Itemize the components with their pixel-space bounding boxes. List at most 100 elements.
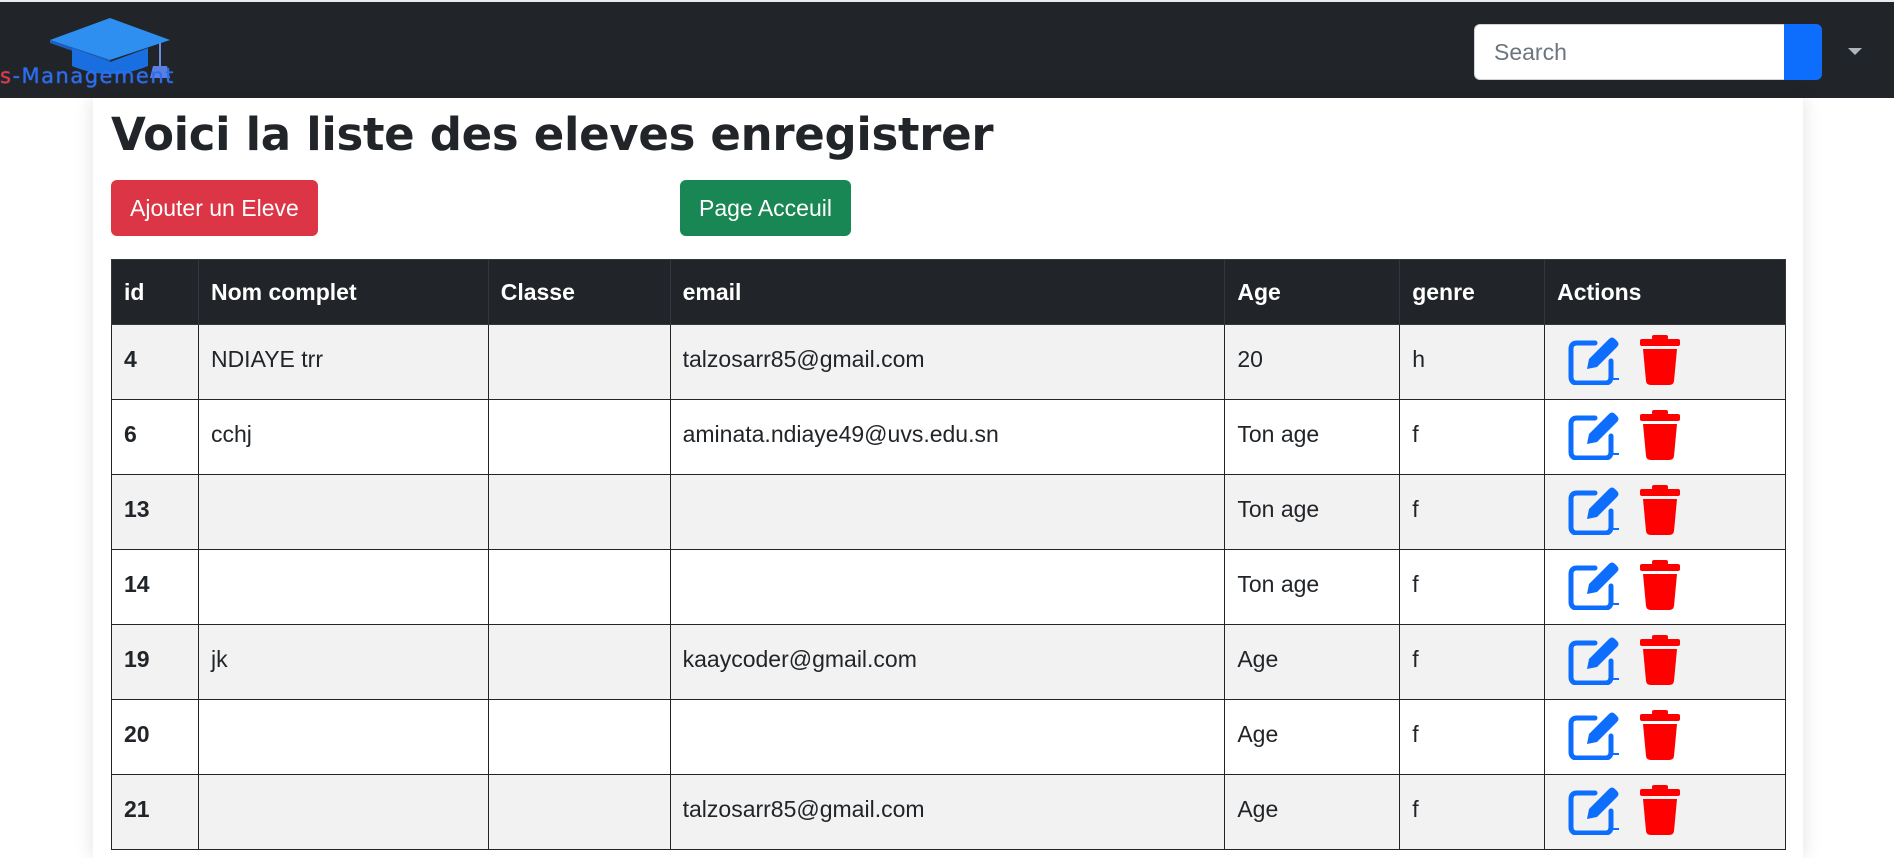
cell-gender: f (1399, 474, 1546, 550)
cell-actions (1544, 474, 1786, 550)
table-row: 20 Age f (111, 699, 1786, 775)
cell-actions (1544, 699, 1786, 775)
edit-button[interactable] (1567, 560, 1631, 616)
delete-button[interactable] (1638, 635, 1682, 691)
cell-gender: f (1399, 774, 1546, 850)
trash-icon (1639, 560, 1680, 610)
trash-icon (1639, 335, 1680, 385)
cell-class (487, 774, 671, 850)
caret-down-icon[interactable] (1848, 48, 1862, 55)
edit-button[interactable] (1567, 410, 1631, 466)
cell-id: 4 (111, 324, 199, 400)
trash-icon (1639, 635, 1680, 685)
cell-age: Age (1224, 774, 1401, 850)
delete-button[interactable] (1638, 335, 1682, 391)
cell-id: 13 (111, 474, 199, 550)
column-header-gender: genre (1399, 259, 1546, 325)
table-row: 19 jk kaaycoder@gmail.com Age f (111, 624, 1786, 700)
edit-button[interactable] (1567, 335, 1631, 391)
cell-class (487, 474, 671, 550)
home-page-button[interactable]: Page Acceuil (680, 180, 851, 236)
cell-actions (1544, 324, 1786, 400)
edit-icon (1568, 787, 1620, 836)
cell-id: 6 (111, 399, 199, 475)
table-body: 4 NDIAYE trr talzosarr85@gmail.com 20 h (111, 324, 1786, 850)
cell-gender: f (1399, 399, 1546, 475)
search-input[interactable] (1474, 24, 1784, 80)
cell-email: kaaycoder@gmail.com (669, 624, 1226, 700)
cell-gender: h (1399, 324, 1546, 400)
column-header-id: id (111, 259, 199, 325)
delete-button[interactable] (1638, 485, 1682, 541)
cell-gender: f (1399, 699, 1546, 775)
brand-logo[interactable]: s-Management (0, 18, 240, 90)
cell-age: 20 (1224, 324, 1401, 400)
cell-actions (1544, 549, 1786, 625)
search-button[interactable] (1784, 24, 1822, 80)
cell-age: Ton age (1224, 474, 1401, 550)
column-header-class: Classe (487, 259, 671, 325)
cell-email (669, 474, 1226, 550)
table-row: 6 cchj aminata.ndiaye49@uvs.edu.sn Ton a… (111, 399, 1786, 475)
cell-name (197, 774, 489, 850)
cell-class (487, 549, 671, 625)
page-title: Voici la liste des eleves enregistrer (111, 108, 994, 161)
cell-id: 21 (111, 774, 199, 850)
delete-button[interactable] (1638, 410, 1682, 466)
column-header-age: Age (1224, 259, 1401, 325)
edit-button[interactable] (1567, 710, 1631, 766)
edit-icon (1568, 712, 1620, 761)
cell-class (487, 699, 671, 775)
cell-actions (1544, 399, 1786, 475)
cell-name: cchj (197, 399, 489, 475)
navbar: s-Management (0, 0, 1894, 98)
edit-icon (1568, 337, 1620, 386)
cell-age: Ton age (1224, 399, 1401, 475)
cell-email: talzosarr85@gmail.com (669, 774, 1226, 850)
trash-icon (1639, 485, 1680, 535)
cell-actions (1544, 774, 1786, 850)
delete-button[interactable] (1638, 785, 1682, 841)
cell-email: talzosarr85@gmail.com (669, 324, 1226, 400)
cell-class (487, 399, 671, 475)
delete-button[interactable] (1638, 710, 1682, 766)
cell-name (197, 699, 489, 775)
students-table: id Nom complet Classe email Age genre Ac… (111, 259, 1786, 850)
cell-gender: f (1399, 549, 1546, 625)
cell-email (669, 699, 1226, 775)
brand-name: s-Management (0, 64, 175, 88)
cell-class (487, 324, 671, 400)
cell-id: 19 (111, 624, 199, 700)
cell-id: 14 (111, 549, 199, 625)
edit-button[interactable] (1567, 485, 1631, 541)
add-student-button[interactable]: Ajouter un Eleve (111, 180, 318, 236)
trash-icon (1639, 410, 1680, 460)
search-group (1474, 24, 1822, 80)
trash-icon (1639, 710, 1680, 760)
edit-icon (1568, 487, 1620, 536)
cell-name: jk (197, 624, 489, 700)
cell-actions (1544, 624, 1786, 700)
table-row: 4 NDIAYE trr talzosarr85@gmail.com 20 h (111, 324, 1786, 400)
table-row: 13 Ton age f (111, 474, 1786, 550)
cell-name (197, 474, 489, 550)
column-header-email: email (669, 259, 1226, 325)
trash-icon (1639, 785, 1680, 835)
cell-email (669, 549, 1226, 625)
edit-button[interactable] (1567, 785, 1631, 841)
cell-id: 20 (111, 699, 199, 775)
edit-icon (1568, 637, 1620, 686)
delete-button[interactable] (1638, 560, 1682, 616)
edit-button[interactable] (1567, 635, 1631, 691)
table-row: 14 Ton age f (111, 549, 1786, 625)
cell-email: aminata.ndiaye49@uvs.edu.sn (669, 399, 1226, 475)
cell-name: NDIAYE trr (197, 324, 489, 400)
cell-age: Age (1224, 624, 1401, 700)
column-header-actions: Actions (1544, 259, 1786, 325)
edit-icon (1568, 412, 1620, 461)
column-header-name: Nom complet (197, 259, 489, 325)
main-container: Voici la liste des eleves enregistrer Aj… (93, 98, 1803, 858)
cell-gender: f (1399, 624, 1546, 700)
cell-name (197, 549, 489, 625)
cell-age: Age (1224, 699, 1401, 775)
